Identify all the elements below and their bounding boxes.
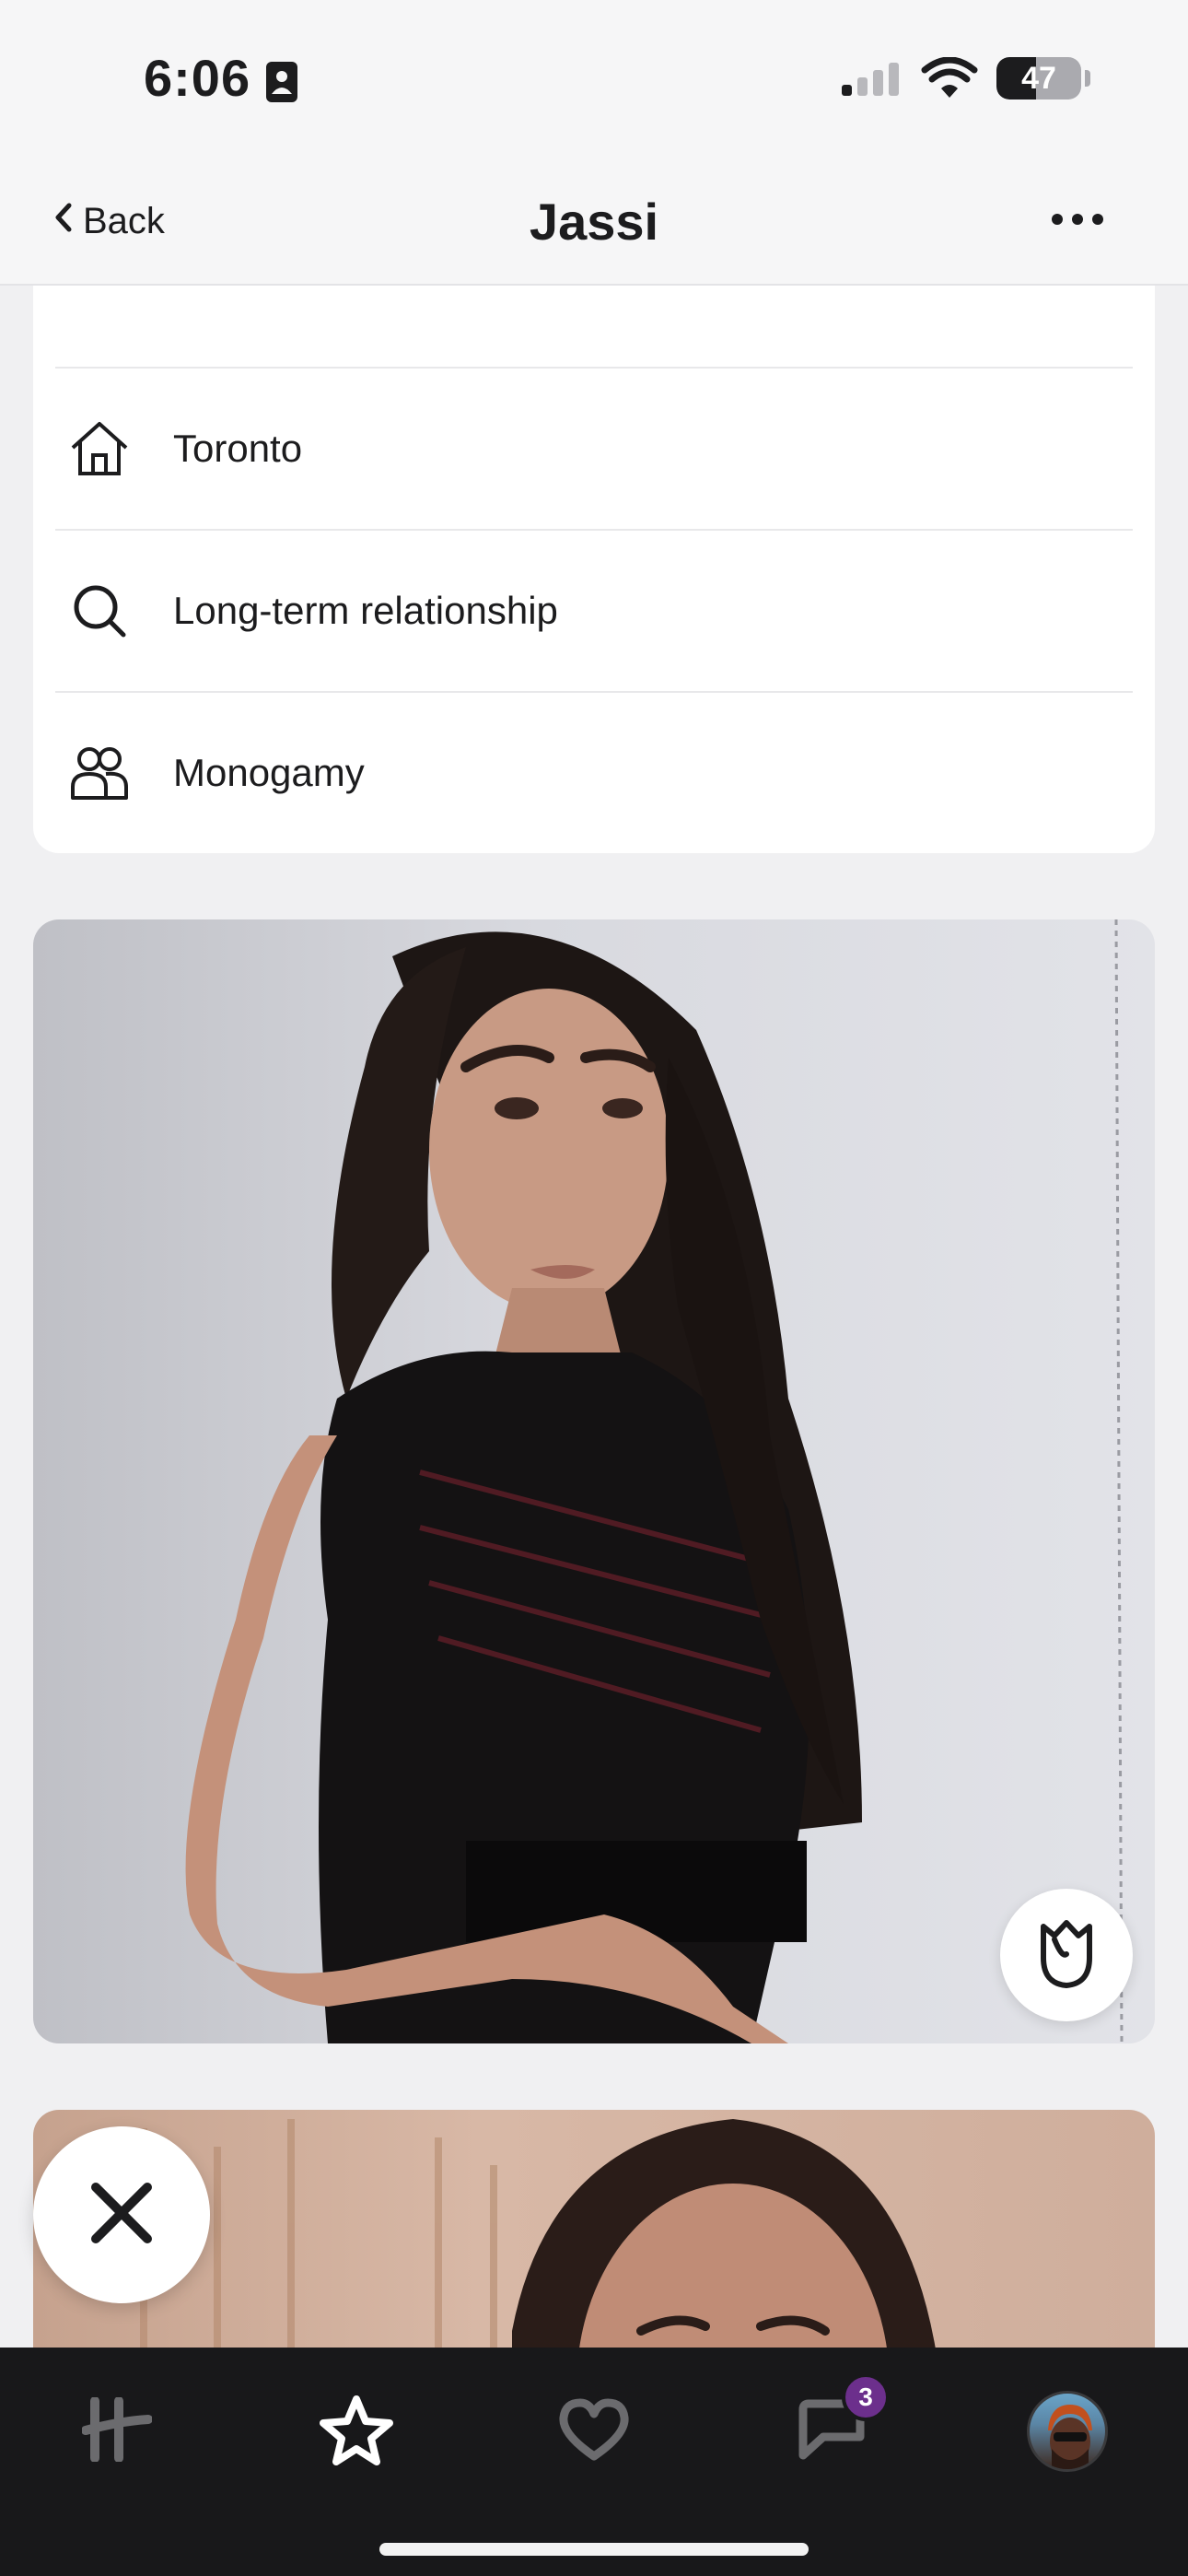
avatar [1027,2391,1108,2472]
rose-icon [1034,1917,1099,1994]
dismiss-button[interactable] [33,2126,210,2303]
tab-standouts[interactable] [306,2381,407,2482]
battery-icon: 47 [996,57,1081,100]
profile-photo[interactable] [33,919,1155,2043]
signal-icon [840,61,904,102]
ellipsis-icon [1050,214,1105,230]
tab-likes-you[interactable] [543,2381,645,2482]
detail-row-looking-for: Long-term relationship [55,529,1133,691]
wifi-icon [921,56,978,104]
detail-label: Toronto [173,427,303,470]
focus-person-icon [265,61,298,108]
close-icon [87,2178,157,2253]
tab-matches[interactable]: 3 [781,2373,890,2482]
send-rose-button[interactable] [1000,1889,1133,2021]
status-bar: 6:06 47 [0,0,1188,164]
battery-level: 47 [1021,61,1056,96]
tab-profile[interactable] [1017,2381,1118,2482]
home-indicator [379,2543,809,2556]
profile-photo-illustration [185,919,1124,2043]
nav-bar: Back Jassi [0,164,1188,286]
unread-badge: 3 [842,2373,890,2421]
detail-row-relationship-type: Monogamy [55,691,1133,853]
detail-label: Monogamy [173,751,365,794]
more-options-button[interactable] [1050,212,1105,231]
status-time: 6:06 [144,49,251,107]
page-title: Jassi [529,193,659,251]
detail-label: Long-term relationship [173,589,558,632]
search-icon [66,582,133,639]
people-icon [66,744,133,802]
detail-row-hometown: Toronto [55,367,1133,529]
hinge-logo-icon [81,2395,153,2466]
heart-icon [558,2397,630,2466]
battery-cap [1085,70,1090,87]
home-icon [66,418,133,479]
star-icon [320,2394,393,2470]
tab-bar: 3 [0,2348,1188,2576]
tab-discover[interactable] [66,2381,168,2482]
